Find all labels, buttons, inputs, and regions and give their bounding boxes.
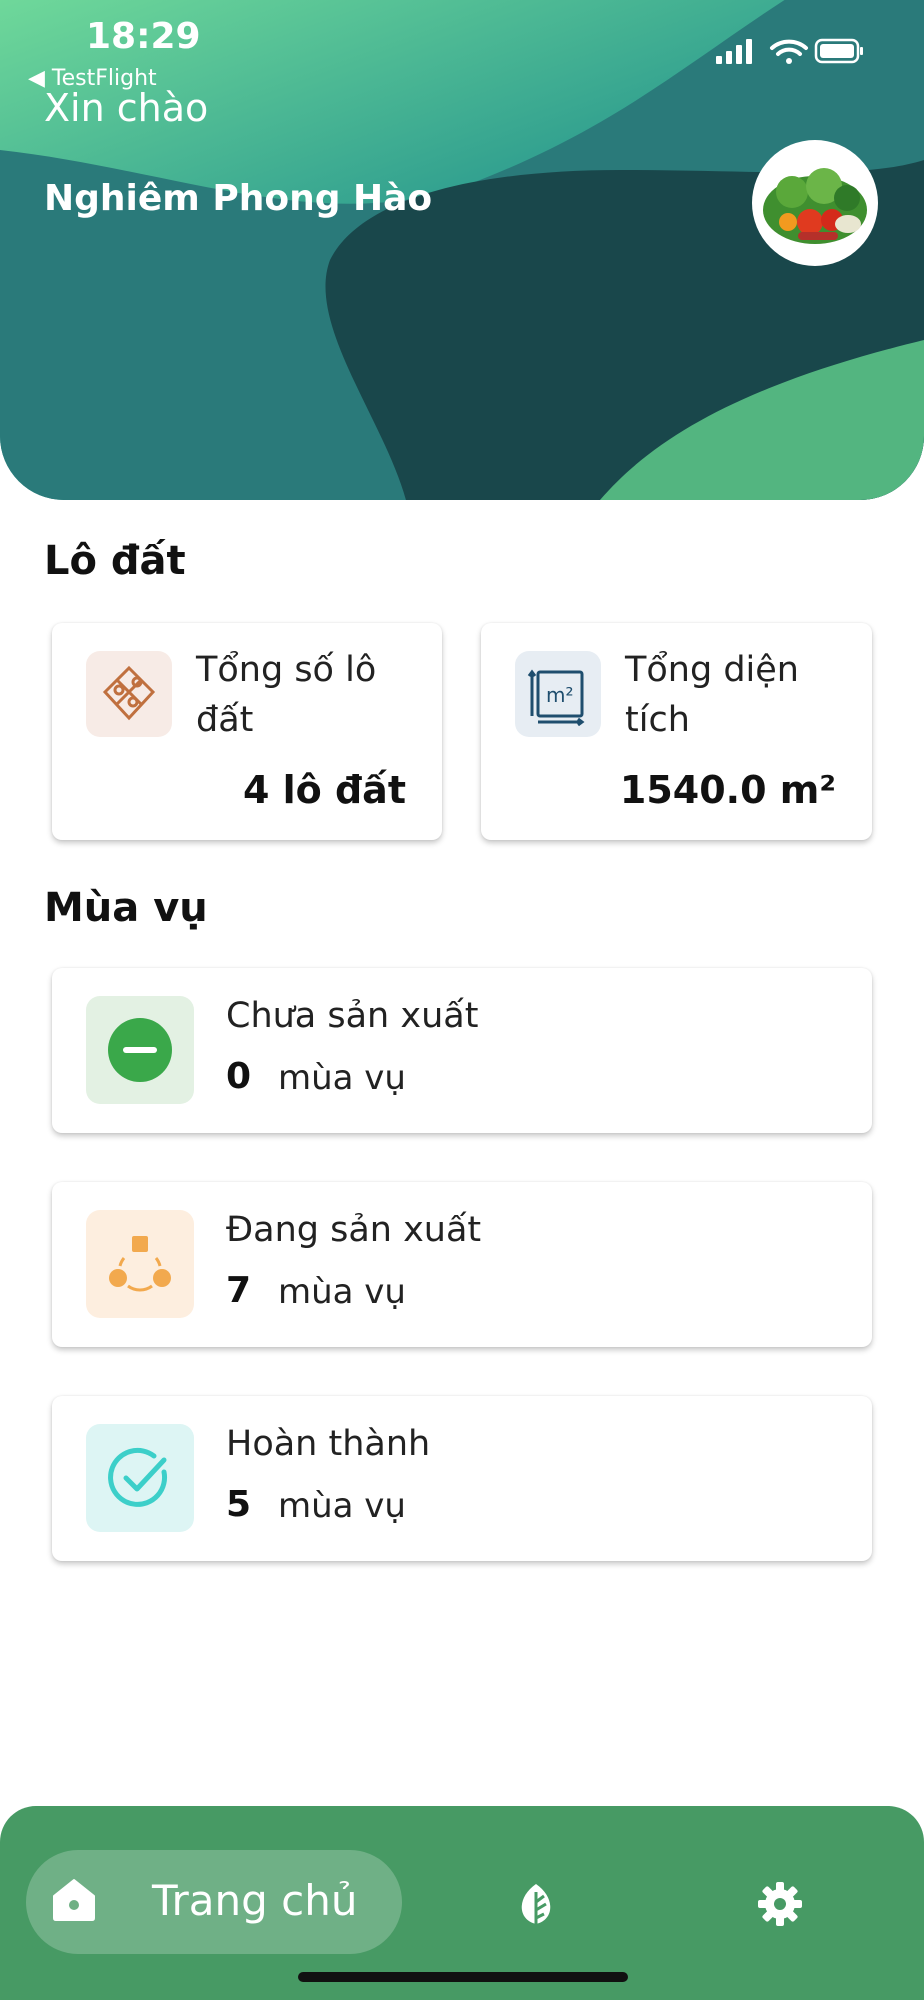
bottom-navigation: Trang chủ (0, 1806, 924, 2000)
season-count: 5 (226, 1484, 252, 1525)
season-count: 7 (226, 1270, 252, 1311)
total-area-label: Tổng diện tích (625, 650, 799, 740)
season-count: 0 (226, 1056, 252, 1097)
season-in-progress-card[interactable]: Đang sản xuất 7 mùa vụ (52, 1182, 872, 1347)
check-circle-icon (86, 1424, 194, 1532)
leaf-icon[interactable] (512, 1880, 560, 1928)
user-name: Nghiêm Phong Hào (44, 178, 433, 219)
battery-icon (814, 38, 863, 64)
svg-text:m²: m² (546, 683, 574, 707)
total-plots-label: Tổng số lô đất (196, 650, 377, 740)
in-progress-icon (86, 1210, 194, 1318)
gear-icon[interactable] (756, 1880, 804, 1928)
season-label: Chưa sản xuất (226, 996, 479, 1036)
seasons-section-title: Mùa vụ (44, 885, 208, 931)
vegetables-avatar[interactable] (752, 140, 878, 266)
season-not-started-card[interactable]: Chưa sản xuất 0 mùa vụ (52, 968, 872, 1133)
total-area-card[interactable]: m² Tổng diện tích 1540.0 m² (481, 623, 872, 840)
status-icons (716, 36, 866, 70)
minus-circle-icon (86, 996, 194, 1104)
header-banner: 18:29 ◀ TestFlight Xin chào Nghiêm Phong… (0, 0, 924, 500)
home-icon (53, 1879, 95, 1921)
total-plots-value: 4 lô đất (242, 768, 406, 812)
season-label: Đang sản xuất (226, 1210, 482, 1250)
total-plots-card[interactable]: Tổng số lô đất 4 lô đất (52, 623, 442, 840)
wifi-icon (770, 39, 808, 64)
home-indicator (298, 1972, 628, 1982)
season-completed-card[interactable]: Hoàn thành 5 mùa vụ (52, 1396, 872, 1561)
nav-home-label: Trang chủ (152, 1876, 358, 1925)
season-label: Hoàn thành (226, 1424, 431, 1464)
area-m2-icon: m² (515, 651, 601, 737)
nav-home-tab[interactable]: Trang chủ (26, 1850, 402, 1954)
status-time: 18:29 (86, 16, 201, 57)
status-bar: 18:29 ◀ TestFlight (0, 0, 924, 91)
plots-section-title: Lô đất (44, 538, 186, 584)
cellular-signal-icon (716, 39, 752, 64)
map-plot-icon (86, 651, 172, 737)
season-unit: mùa vụ (278, 1272, 406, 1312)
back-triangle-icon: ◀ (28, 66, 45, 91)
greeting-text: Xin chào (44, 86, 209, 130)
season-unit: mùa vụ (278, 1058, 406, 1098)
total-area-value: 1540.0 m² (619, 768, 836, 812)
season-unit: mùa vụ (278, 1486, 406, 1526)
